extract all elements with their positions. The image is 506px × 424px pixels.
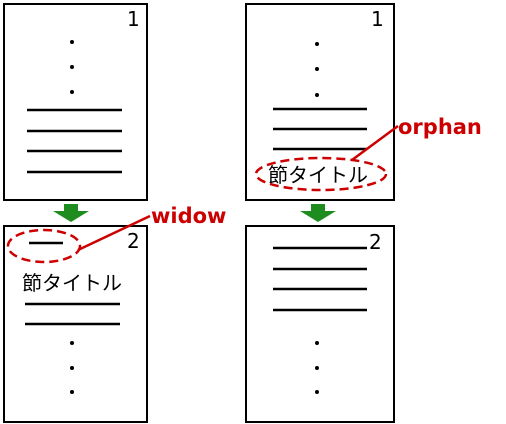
section-heading: 節タイトル — [22, 271, 122, 295]
down-arrow-icon — [53, 204, 89, 222]
page-number: 2 — [127, 229, 140, 253]
widow-label: widow — [151, 204, 226, 228]
page-frame — [245, 225, 395, 423]
widow-orphan-diagram: 1 2 節タイトル widow 1 節タイトル 2 orphan — [3, 3, 482, 423]
page-number: 1 — [127, 7, 140, 31]
right-page-2: 2 — [245, 225, 395, 423]
right-page-1: 1 節タイトル — [245, 3, 395, 201]
orphan-label: orphan — [398, 115, 482, 139]
page-number: 2 — [369, 230, 382, 254]
section-heading: 節タイトル — [268, 163, 368, 187]
page-number: 1 — [371, 7, 384, 31]
down-arrow-icon — [300, 204, 336, 222]
left-example: 1 2 節タイトル widow — [3, 3, 226, 423]
left-page-1: 1 — [3, 3, 148, 201]
page-frame — [3, 3, 148, 201]
right-example: 1 節タイトル 2 orphan — [245, 3, 482, 423]
left-page-2: 2 節タイトル — [3, 225, 148, 423]
